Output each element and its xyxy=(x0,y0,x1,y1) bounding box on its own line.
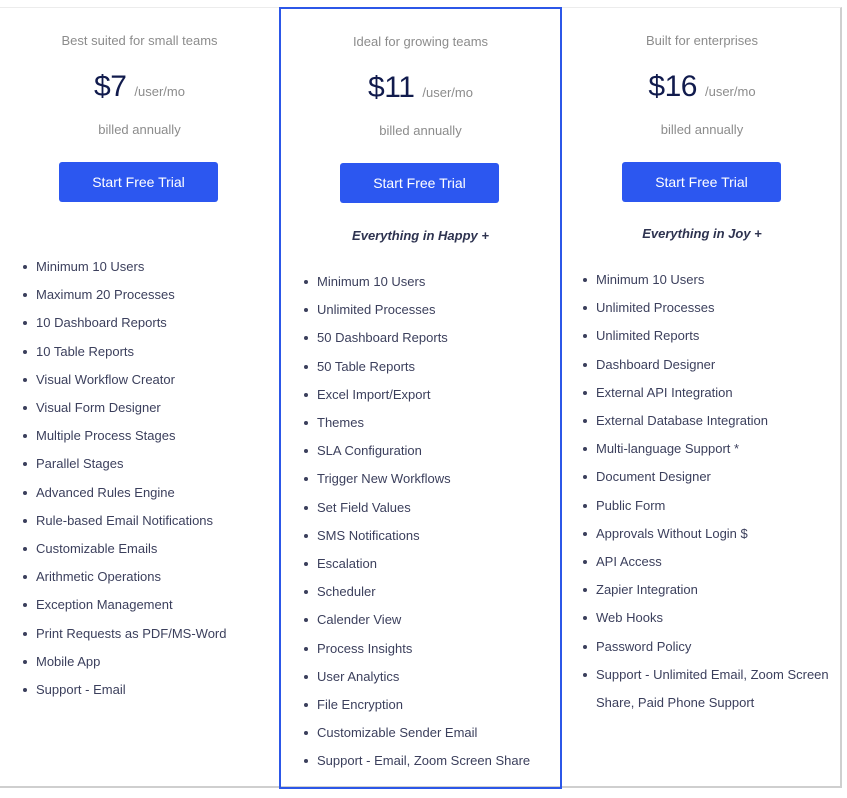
feature-item: 10 Dashboard Reports xyxy=(22,309,272,337)
feature-item: Scheduler xyxy=(303,578,553,606)
feature-item: Minimum 10 Users xyxy=(22,253,272,281)
feature-item: Approvals Without Login $ xyxy=(582,520,837,548)
feature-item: File Encryption xyxy=(303,691,553,719)
feature-item: External Database Integration xyxy=(582,407,837,435)
feature-item: Support - Email xyxy=(22,676,272,704)
feature-item: Customizable Sender Email xyxy=(303,719,553,747)
feature-item: Visual Workflow Creator xyxy=(22,366,272,394)
feature-item: API Access xyxy=(582,548,837,576)
plan-tagline: Built for enterprises xyxy=(646,33,758,48)
price-row: $11/user/mo xyxy=(281,71,560,105)
feature-item: Trigger New Workflows xyxy=(303,465,553,493)
feature-item: Document Designer xyxy=(582,463,837,491)
start-free-trial-button[interactable]: Start Free Trial xyxy=(59,162,218,202)
feature-item: Mobile App xyxy=(22,648,272,676)
feature-item: Minimum 10 Users xyxy=(582,266,837,294)
plan-card-happy: Best suited for small teams $7/user/mo b… xyxy=(0,7,279,789)
feature-item: Process Insights xyxy=(303,635,553,663)
feature-item: Parallel Stages xyxy=(22,450,272,478)
feature-item: Excel Import/Export xyxy=(303,381,553,409)
includes-previous-plan: Everything in Joy + xyxy=(642,226,762,241)
feature-item: Rule-based Email Notifications xyxy=(22,507,272,535)
feature-item: Support - Unlimited Email, Zoom Screen S… xyxy=(582,661,837,717)
feature-item: Public Form xyxy=(582,492,837,520)
includes-previous-plan: Everything in Happy + xyxy=(352,228,489,243)
feature-item: Themes xyxy=(303,409,553,437)
feature-item: Maximum 20 Processes xyxy=(22,281,272,309)
feature-item: Unlimited Processes xyxy=(303,296,553,324)
plan-tagline: Best suited for small teams xyxy=(61,33,218,48)
feature-item: Visual Form Designer xyxy=(22,394,272,422)
feature-list: Minimum 10 Users Unlimited Processes 50 Da… xyxy=(303,268,553,776)
start-free-trial-button[interactable]: Start Free Trial xyxy=(340,163,499,203)
plan-card-joy: Ideal for growing teams $11/user/mo bill… xyxy=(279,7,562,789)
feature-item: Unlimited Processes xyxy=(582,294,837,322)
feature-item: Zapier Integration xyxy=(582,576,837,604)
feature-item: External API Integration xyxy=(582,379,837,407)
plan-price: $11 xyxy=(368,71,415,104)
feature-item: Support - Email, Zoom Screen Share xyxy=(303,747,553,775)
billing-note: billed annually xyxy=(660,122,744,137)
price-unit: /user/mo xyxy=(422,85,473,100)
plan-price: $7 xyxy=(94,70,127,103)
feature-item: 10 Table Reports xyxy=(22,338,272,366)
feature-item: SMS Notifications xyxy=(303,522,553,550)
plan-tagline: Ideal for growing teams xyxy=(352,34,489,49)
feature-item: Exception Management xyxy=(22,591,272,619)
feature-list: Minimum 10 Users Maximum 20 Processes 10 D… xyxy=(22,253,272,704)
billing-note: billed annually xyxy=(98,122,181,137)
feature-item: Unlimited Reports xyxy=(582,322,837,350)
feature-item: 50 Table Reports xyxy=(303,353,553,381)
feature-item: Escalation xyxy=(303,550,553,578)
feature-item: Advanced Rules Engine xyxy=(22,479,272,507)
feature-item: 50 Dashboard Reports xyxy=(303,324,553,352)
price-unit: /user/mo xyxy=(134,84,185,99)
start-free-trial-button[interactable]: Start Free Trial xyxy=(622,162,781,202)
feature-item: Web Hooks xyxy=(582,604,837,632)
feature-item: Set Field Values xyxy=(303,494,553,522)
feature-item: Arithmetic Operations xyxy=(22,563,272,591)
price-row: $16/user/mo xyxy=(562,70,842,104)
feature-item: SLA Configuration xyxy=(303,437,553,465)
plan-card-bliss: Built for enterprises $16/user/mo billed… xyxy=(562,7,842,789)
price-row: $7/user/mo xyxy=(0,70,279,104)
feature-item: User Analytics xyxy=(303,663,553,691)
billing-note: billed annually xyxy=(379,123,462,138)
feature-item: Password Policy xyxy=(582,633,837,661)
feature-item: Print Requests as PDF/MS-Word xyxy=(22,620,272,648)
plan-price: $16 xyxy=(648,70,697,103)
price-unit: /user/mo xyxy=(704,84,756,99)
feature-item: Dashboard Designer xyxy=(582,351,837,379)
feature-item: Multi-language Support * xyxy=(582,435,837,463)
feature-item: Minimum 10 Users xyxy=(303,268,553,296)
feature-item: Multiple Process Stages xyxy=(22,422,272,450)
feature-list: Minimum 10 Users Unlimited Processes Unlim… xyxy=(582,266,837,717)
feature-item: Calender View xyxy=(303,606,553,634)
feature-item: Customizable Emails xyxy=(22,535,272,563)
